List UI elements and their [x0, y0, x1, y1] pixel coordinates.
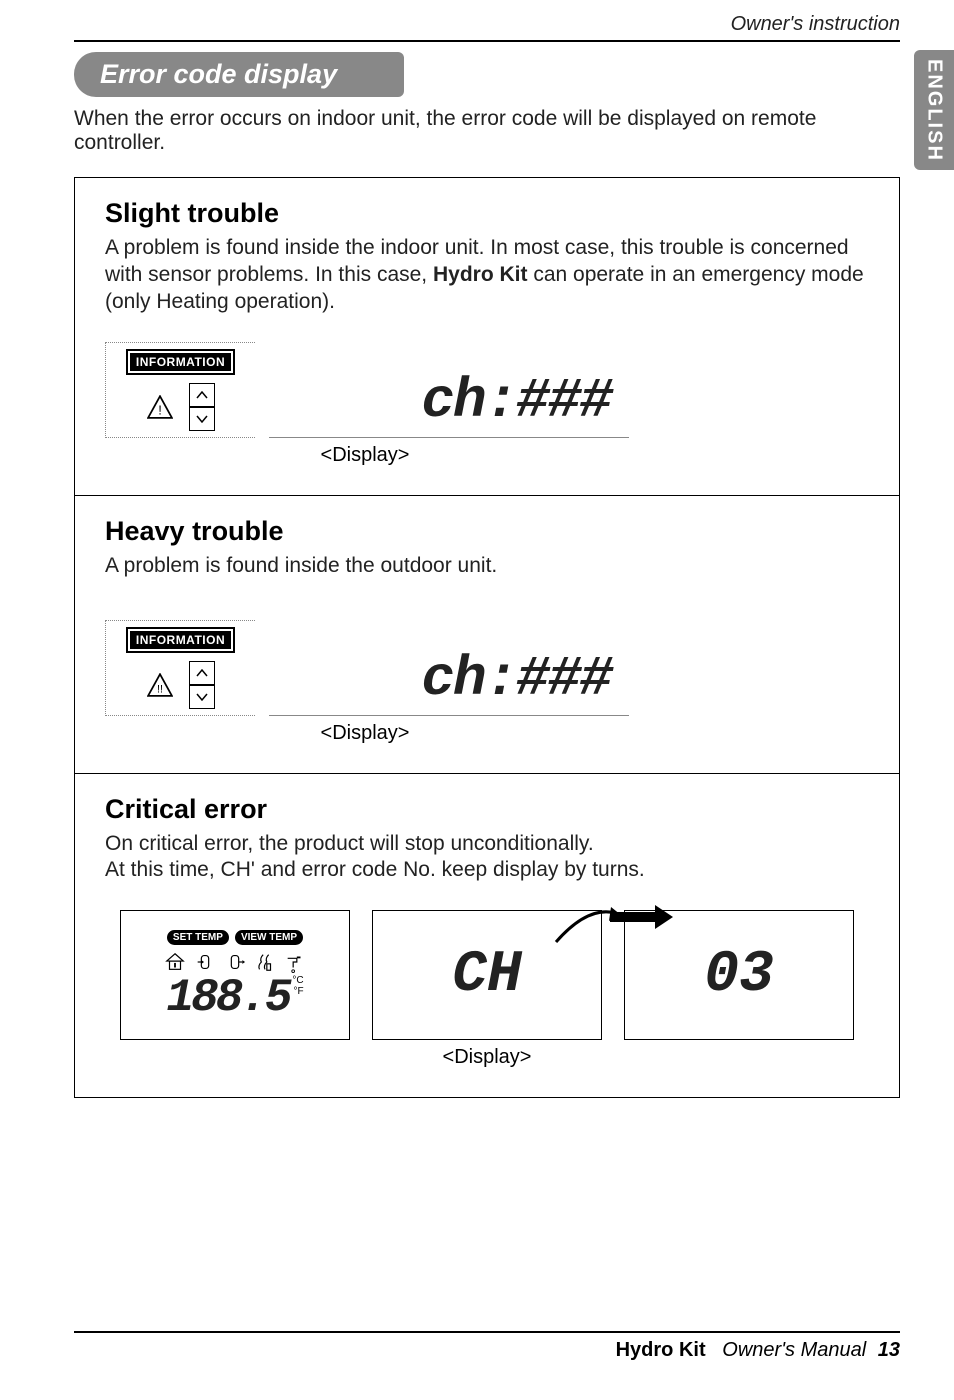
unit-f: °F	[294, 986, 304, 997]
updown-keys	[189, 383, 215, 431]
heavy-title: Heavy trouble	[105, 516, 869, 547]
tank-out-icon	[224, 951, 246, 973]
critical-panels: SET TEMP VIEW TEMP 188.5	[105, 910, 869, 1040]
slight-lcd: ch:###	[269, 342, 629, 438]
heavy-lcd: ch:###	[269, 620, 629, 716]
unit-col: °C °F	[292, 975, 303, 997]
footer-manual: Owner's Manual	[722, 1339, 866, 1361]
critical-panel-1: SET TEMP VIEW TEMP 188.5	[120, 910, 350, 1040]
intro-text: When the error occurs on indoor unit, th…	[74, 107, 900, 155]
critical-panel-3: 03	[624, 910, 854, 1040]
section-heavy: Heavy trouble A problem is found inside …	[75, 496, 899, 774]
slight-body: A problem is found inside the indoor uni…	[105, 235, 869, 316]
warning-triangle-icon: !	[147, 395, 173, 419]
warning-triangle-double-icon: !!	[147, 673, 173, 697]
view-temp-chip: VIEW TEMP	[235, 930, 303, 945]
page-title-pill: Error code display	[74, 52, 404, 97]
critical-body: On critical error, the product will stop…	[105, 831, 869, 885]
tank-in-icon	[194, 951, 216, 973]
up-key-icon	[189, 383, 215, 407]
critical-body-l2: At this time, CH' and error code No. kee…	[105, 857, 869, 884]
arrow-right-icon	[595, 897, 675, 947]
critical-panel-2: CH	[372, 910, 602, 1040]
error-box: Slight trouble A problem is found inside…	[74, 177, 900, 1098]
critical-title: Critical error	[105, 794, 869, 825]
heavy-caption: <Display>	[105, 722, 625, 745]
faucet-icon	[284, 951, 306, 973]
slight-lcd-text: ch:###	[421, 369, 611, 433]
page-title: Error code display	[100, 59, 337, 89]
footer-page: 13	[878, 1339, 900, 1361]
critical-body-l1: On critical error, the product will stop…	[105, 831, 869, 858]
seg-ch: CH	[452, 943, 522, 1008]
slight-info-panel: INFORMATION !	[105, 342, 255, 438]
updown-keys	[189, 661, 215, 709]
information-chip: INFORMATION	[128, 351, 233, 373]
information-chip: INFORMATION	[128, 629, 233, 651]
slight-lcd-row: INFORMATION ! ch:	[105, 342, 869, 438]
unit-c: °C	[292, 975, 303, 986]
seg-03: 03	[704, 943, 774, 1008]
steam-icon	[254, 951, 276, 973]
heavy-lcd-row: INFORMATION !! ch	[105, 620, 869, 716]
svg-text:!!: !!	[156, 683, 162, 695]
slight-title: Slight trouble	[105, 198, 869, 229]
owner-instruction-label: Owner's instruction	[731, 13, 900, 36]
section-slight: Slight trouble A problem is found inside…	[75, 178, 899, 496]
slight-caption: <Display>	[105, 444, 625, 467]
heavy-info-panel: INFORMATION !!	[105, 620, 255, 716]
critical-caption: <Display>	[105, 1046, 869, 1069]
header-rule	[74, 40, 900, 42]
svg-text:!: !	[158, 402, 162, 417]
seg-188: 188.5	[166, 975, 289, 1021]
icon-row	[164, 951, 306, 973]
section-critical: Critical error On critical error, the pr…	[75, 774, 899, 1098]
slight-body-bold: Hydro Kit	[433, 263, 528, 286]
down-key-icon	[189, 685, 215, 709]
language-tab-label: ENGLISH	[923, 59, 946, 162]
house-thermo-icon	[164, 951, 186, 973]
footer-product: Hydro Kit	[616, 1339, 706, 1361]
up-key-icon	[189, 661, 215, 685]
language-tab: ENGLISH	[914, 50, 954, 170]
heavy-body: A problem is found inside the outdoor un…	[105, 553, 869, 580]
down-key-icon	[189, 407, 215, 431]
footer: Hydro Kit Owner's Manual 13	[74, 1331, 900, 1362]
set-temp-chip: SET TEMP	[167, 930, 229, 945]
heavy-lcd-text: ch:###	[421, 647, 611, 711]
